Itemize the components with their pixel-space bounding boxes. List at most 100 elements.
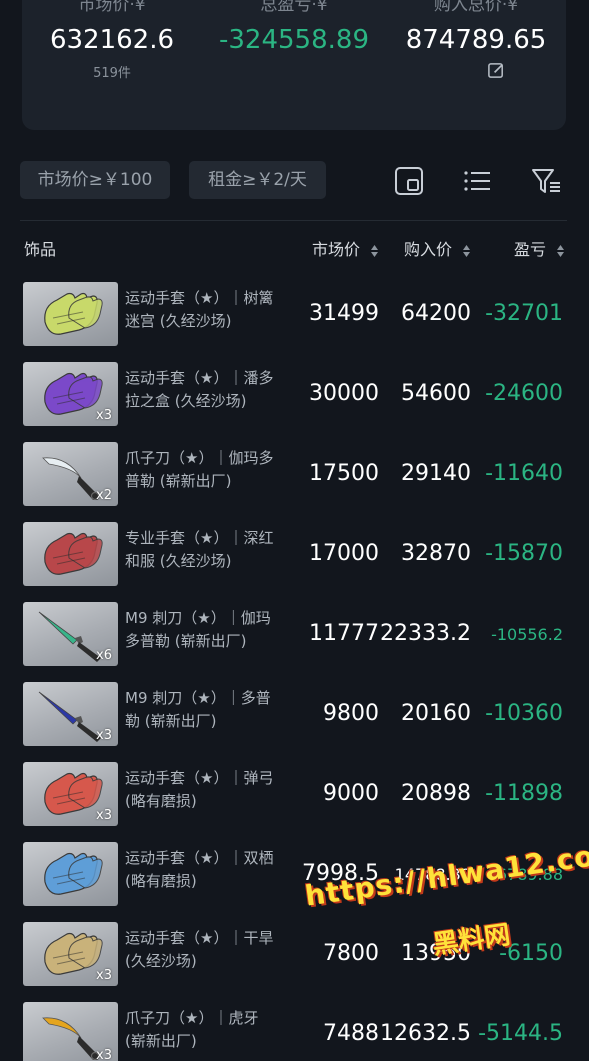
item-name-line2: 和服 (久经沙场) bbox=[125, 552, 232, 570]
item-name-line2: (略有磨损) bbox=[125, 792, 197, 810]
item-name-line1: 爪子刀（★）｜虎牙 bbox=[125, 1009, 259, 1027]
market-value-label: 市场价·¥ bbox=[78, 0, 146, 15]
item-name: 爪子刀（★）｜伽玛多 普勒 (崭新出厂) bbox=[125, 447, 285, 493]
item-thumbnail bbox=[23, 522, 118, 586]
divider bbox=[20, 220, 567, 221]
item-profit-loss: -11640 bbox=[485, 461, 563, 486]
item-thumbnail: x3 bbox=[23, 922, 118, 986]
table-row[interactable]: 专业手套（★）｜深红 和服 (久经沙场) 17000 32870 -15870 bbox=[0, 521, 589, 601]
item-name: 运动手套（★）｜弹弓 (略有磨损) bbox=[125, 767, 285, 813]
item-name: 专业手套（★）｜深红 和服 (久经沙场) bbox=[125, 527, 285, 573]
item-buy-price: 29140 bbox=[401, 461, 471, 486]
item-name-line1: 专业手套（★）｜深红 bbox=[125, 529, 274, 547]
item-profit-loss: -32701 bbox=[485, 301, 563, 326]
item-quantity: x3 bbox=[96, 1048, 112, 1061]
col-header-market-label: 市场价 bbox=[312, 240, 361, 259]
item-thumbnail: x3 bbox=[23, 682, 118, 746]
item-profit-loss: -10360 bbox=[485, 701, 563, 726]
item-market-price: 30000 bbox=[309, 381, 379, 406]
item-name-line1: 爪子刀（★）｜伽玛多 bbox=[125, 449, 274, 467]
market-price-filter-chip[interactable]: 市场价≥￥100 bbox=[20, 161, 170, 199]
item-thumbnail bbox=[23, 842, 118, 906]
item-name: 运动手套（★）｜树篱 迷宫 (久经沙场) bbox=[125, 287, 285, 333]
item-name-line1: M9 刺刀（★）｜多普 bbox=[125, 689, 271, 707]
glove-icon bbox=[44, 532, 103, 575]
item-name-line2: (久经沙场) bbox=[125, 952, 197, 970]
sort-icon bbox=[557, 244, 565, 257]
item-thumbnail: x6 bbox=[23, 602, 118, 666]
item-name-line2: 勒 (崭新出厂) bbox=[125, 712, 217, 730]
item-profit-loss: -15870 bbox=[485, 541, 563, 566]
item-market-price: 31499 bbox=[309, 301, 379, 326]
table-row[interactable]: x3 爪子刀（★）｜虎牙 (崭新出厂) 7488 12632.5 -5144.5 bbox=[0, 1001, 589, 1061]
item-name-line2: (略有磨损) bbox=[125, 872, 197, 890]
item-name-line2: 多普勒 (崭新出厂) bbox=[125, 632, 247, 650]
portfolio-summary-card: 市场价·¥ 632162.6 519件 总盈亏·¥ -324558.89 购入总… bbox=[22, 0, 566, 130]
item-market-price: 7800 bbox=[323, 941, 379, 966]
col-header-pl-label: 盈亏 bbox=[514, 240, 547, 259]
item-profit-loss: -10556.2 bbox=[491, 625, 563, 644]
item-count: 519件 bbox=[93, 66, 131, 81]
table-row[interactable]: x6 M9 刺刀（★）｜伽玛 多普勒 (崭新出厂) 11777 22333.2 -1055… bbox=[0, 601, 589, 681]
market-value: 632162.6 bbox=[49, 25, 175, 55]
col-header-buy-label: 购入价 bbox=[404, 240, 453, 259]
table-row[interactable]: x3 运动手套（★）｜潘多 拉之盒 (久经沙场) 30000 54600 -24600 bbox=[0, 361, 589, 441]
item-name: 运动手套（★）｜双栖 (略有磨损) bbox=[125, 847, 285, 893]
item-name-line2: 拉之盒 (久经沙场) bbox=[125, 392, 247, 410]
item-buy-price: 12632.5 bbox=[380, 1021, 471, 1046]
item-quantity: x3 bbox=[96, 408, 112, 423]
item-buy-price: 54600 bbox=[401, 381, 471, 406]
item-market-price: 11777 bbox=[309, 621, 379, 646]
item-thumbnail: x3 bbox=[23, 762, 118, 826]
item-name: M9 刺刀（★）｜伽玛 多普勒 (崭新出厂) bbox=[125, 607, 285, 653]
item-buy-price: 64200 bbox=[401, 301, 471, 326]
item-quantity: x3 bbox=[96, 728, 112, 743]
sort-icon bbox=[371, 244, 379, 257]
total-buy-label: 购入总价·¥ bbox=[433, 0, 519, 15]
item-thumbnail bbox=[23, 282, 118, 346]
item-buy-price: 22333.2 bbox=[380, 621, 471, 646]
col-header-item: 饰品 bbox=[24, 240, 57, 259]
table-row[interactable]: x3 M9 刺刀（★）｜多普勒 (崭新出厂) 9800 20160 -10360 bbox=[0, 681, 589, 761]
item-buy-price: 20160 bbox=[401, 701, 471, 726]
item-name-line1: 运动手套（★）｜干旱 bbox=[125, 929, 274, 947]
item-market-price: 17000 bbox=[309, 541, 379, 566]
filter-icon[interactable] bbox=[530, 165, 562, 197]
table-row[interactable]: x3 运动手套（★）｜弹弓 (略有磨损) 9000 20898 -11898 bbox=[0, 761, 589, 841]
item-thumbnail: x2 bbox=[23, 442, 118, 506]
item-thumbnail: x3 bbox=[23, 1002, 118, 1061]
item-name-line1: 运动手套（★）｜双栖 bbox=[125, 849, 274, 867]
list-view-icon[interactable] bbox=[461, 165, 493, 197]
rent-filter-chip[interactable]: 租金≥￥2/天 bbox=[189, 161, 326, 199]
item-name: 运动手套（★）｜潘多 拉之盒 (久经沙场) bbox=[125, 367, 285, 413]
item-name-line1: 运动手套（★）｜树篱 bbox=[125, 289, 274, 307]
item-name-line2: (崭新出厂) bbox=[125, 1032, 197, 1050]
edit-icon[interactable] bbox=[487, 61, 506, 80]
glove-icon bbox=[44, 292, 103, 335]
item-quantity: x3 bbox=[96, 808, 112, 823]
item-market-price: 7488 bbox=[323, 1021, 379, 1046]
total-pl-value: -324558.89 bbox=[219, 25, 369, 55]
total-buy-value: 874789.65 bbox=[405, 25, 547, 55]
col-header-pl[interactable]: 盈亏 bbox=[514, 236, 565, 260]
table-row[interactable]: x2 爪子刀（★）｜伽玛多 普勒 (崭新出厂) 17500 29140 -11640 bbox=[0, 441, 589, 521]
item-name: M9 刺刀（★）｜多普勒 (崭新出厂) bbox=[125, 687, 285, 733]
col-header-market[interactable]: 市场价 bbox=[312, 236, 379, 260]
item-quantity: x3 bbox=[96, 968, 112, 983]
sort-icon bbox=[463, 244, 471, 257]
item-market-price: 17500 bbox=[309, 461, 379, 486]
item-profit-loss: -24600 bbox=[485, 381, 563, 406]
card-view-icon[interactable] bbox=[393, 165, 425, 197]
col-header-buy[interactable]: 购入价 bbox=[404, 236, 471, 260]
item-buy-price: 32870 bbox=[401, 541, 471, 566]
item-name: 爪子刀（★）｜虎牙 (崭新出厂) bbox=[125, 1007, 285, 1053]
item-quantity: x2 bbox=[96, 488, 112, 503]
item-buy-price: 20898 bbox=[401, 781, 471, 806]
item-name-line1: 运动手套（★）｜弹弓 bbox=[125, 769, 274, 787]
table-row[interactable]: 运动手套（★）｜树篱 迷宫 (久经沙场) 31499 64200 -32701 bbox=[0, 281, 589, 361]
item-name: 运动手套（★）｜干旱 (久经沙场) bbox=[125, 927, 285, 973]
item-name-line2: 普勒 (崭新出厂) bbox=[125, 472, 232, 490]
item-thumbnail: x3 bbox=[23, 362, 118, 426]
item-market-price: 9800 bbox=[323, 701, 379, 726]
glove-icon bbox=[44, 852, 103, 895]
